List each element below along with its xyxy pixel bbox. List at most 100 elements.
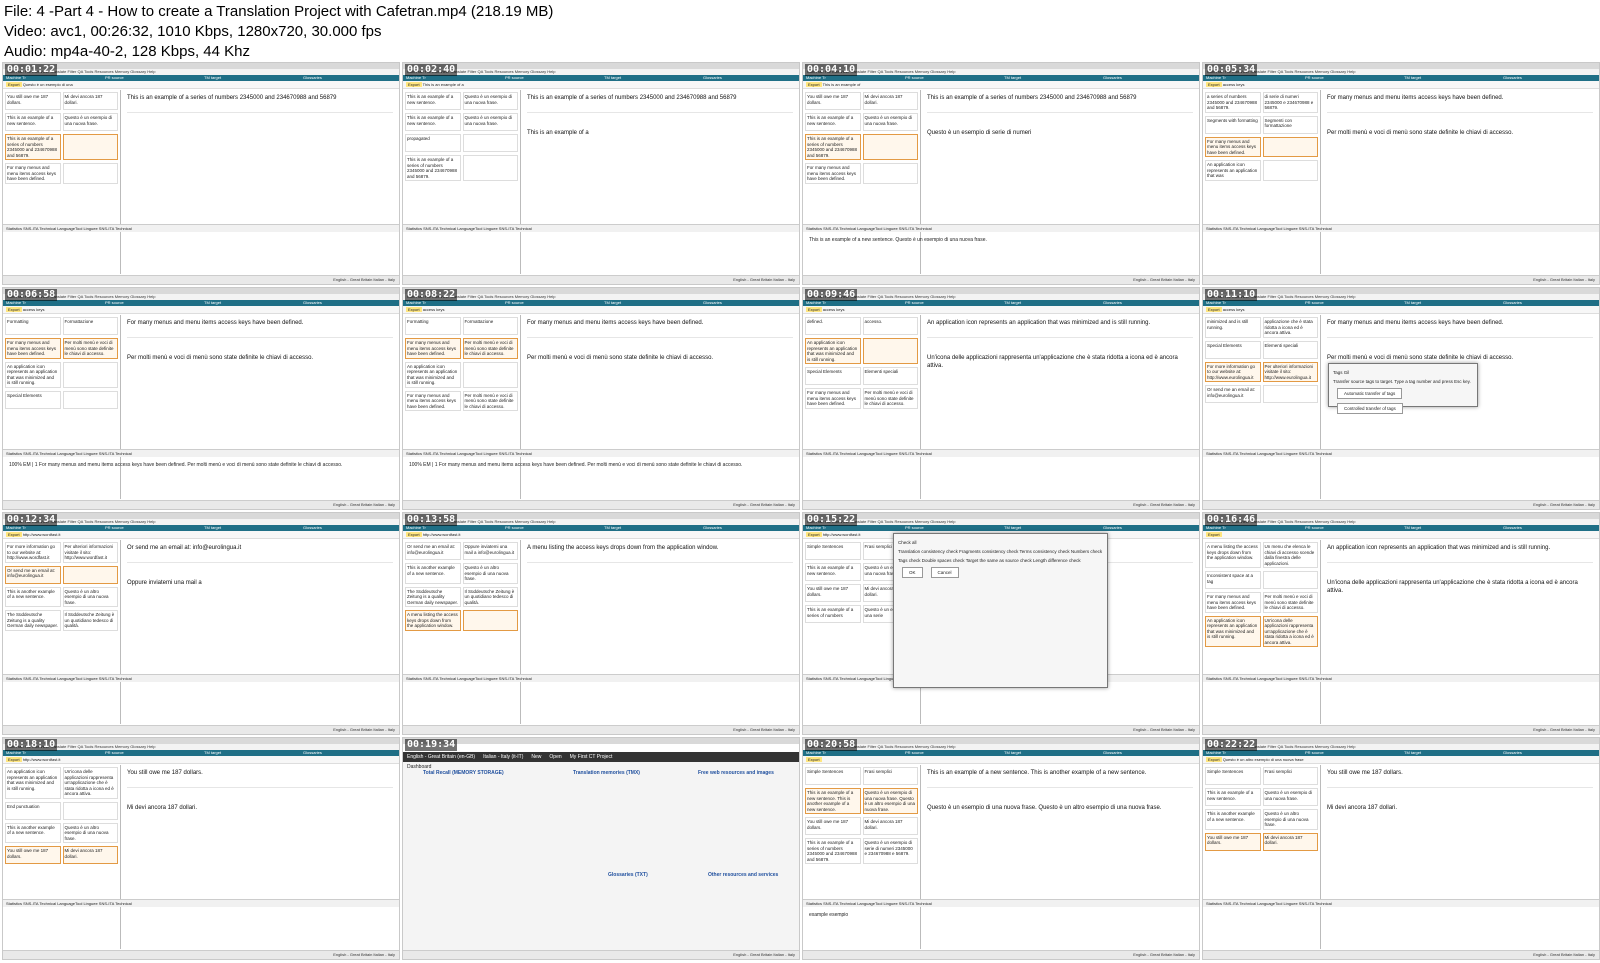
target-segment[interactable]: Il Süddeutsche Zeitung è un quotidiano t… (462, 586, 518, 607)
search-toolbar[interactable]: Export access keys (1203, 306, 1599, 314)
search-field[interactable]: http://www.wordfast.it (423, 532, 461, 537)
segment-row[interactable]: Special Elements Elementi speciali (1205, 340, 1318, 359)
target-text[interactable]: Questo è un esempio di serie di numeri (927, 129, 1193, 137)
source-segment[interactable]: This is another example of a new sentenc… (5, 822, 61, 843)
resource-tabs[interactable]: Statistics SNS-ITA Technical LanguageToo… (803, 899, 1199, 907)
segment-row[interactable]: For many menus and menu items access key… (5, 163, 118, 184)
source-segment[interactable]: Or send me an email at: info@eurolingua.… (5, 565, 61, 584)
resource-tabs[interactable]: Statistics SNS-ITA Technical LanguageToo… (403, 449, 799, 457)
source-segment[interactable]: This is an example of a series of number… (805, 605, 861, 623)
source-segment[interactable]: Special Elements (5, 390, 61, 409)
video-thumbnail[interactable]: 00:12:34 CafeTran File Edit View Translat… (2, 512, 400, 735)
export-button[interactable]: Export (1206, 532, 1222, 537)
resource-tabs[interactable]: Statistics SNS-ITA Technical LanguageToo… (3, 224, 399, 232)
export-button[interactable]: Export (6, 532, 22, 537)
target-segment[interactable]: Mi devi ancora 187 dollari. (862, 92, 918, 110)
search-toolbar[interactable]: Export access keys (1203, 81, 1599, 89)
video-thumbnail[interactable]: 00:04:10 CafeTran File Edit View Translat… (802, 62, 1200, 285)
segment-editor[interactable]: You still owe me 187 dollars. Mi devi anc… (1321, 765, 1599, 949)
dialog-button-primary[interactable]: OK (902, 567, 923, 578)
segment-row[interactable]: You still owe me 187 dollars. Mi devi anc… (805, 92, 918, 110)
target-segment[interactable]: Per molti menù e voci di menù sono state… (62, 338, 118, 359)
segment-row[interactable]: This is an example of a series of number… (5, 134, 118, 160)
segment-row[interactable]: Special Elements Elementi speciali (805, 367, 918, 385)
source-segment[interactable]: This is an example of a new sentence. (405, 113, 461, 131)
target-segment[interactable]: Formattazione (462, 317, 518, 335)
export-button[interactable]: Export (806, 532, 822, 537)
target-segment[interactable]: Questo è un altro esempio di una nuova f… (1262, 809, 1318, 830)
target-segment[interactable] (862, 163, 918, 184)
source-segment[interactable]: An application icon represents an applic… (5, 361, 61, 388)
target-segment[interactable]: Per ulteriori informazioni visitate il s… (62, 542, 118, 563)
resource-tabs[interactable]: Statistics SNS-ITA Technical LanguageToo… (3, 674, 399, 682)
target-segment[interactable]: Mi devi ancora 187 dollari. (862, 817, 918, 835)
target-segment[interactable] (462, 134, 518, 152)
target-segment[interactable] (462, 610, 518, 631)
segment-row[interactable]: You still owe me 187 dollars. Mi devi anc… (5, 846, 118, 864)
segment-row[interactable]: Or send me an email at: info@eurolingua.… (5, 565, 118, 584)
target-segment[interactable]: Un'icona delle applicazioni rappresenta … (62, 767, 118, 799)
source-segment[interactable]: You still owe me 187 dollars. (5, 92, 61, 110)
target-segment[interactable]: Mi devi ancora 187 dollari. (1262, 832, 1318, 851)
segment-row[interactable]: The Süddeutsche Zeitung is a quality Ger… (405, 586, 518, 607)
export-button[interactable]: Export (406, 307, 422, 312)
search-field[interactable]: http://www.wordfast.it (23, 757, 61, 762)
source-segment[interactable]: An application icon represents an applic… (1205, 160, 1261, 181)
export-button[interactable]: Export (806, 757, 822, 762)
export-button[interactable]: Export (6, 307, 22, 312)
segment-row[interactable]: Or send me an email at: info@eurolingua.… (405, 542, 518, 560)
new-project-button[interactable]: New (531, 752, 541, 762)
source-segment[interactable]: You still owe me 187 dollars. (1205, 832, 1261, 851)
target-segment[interactable]: Questo è un esempio di serie di numeri 2… (862, 838, 918, 864)
target-segment[interactable]: Segmenti con formattazione (1262, 115, 1318, 134)
target-segment[interactable]: Questo è un esempio di una nuova frase. (462, 92, 518, 110)
target-text[interactable]: Per molti menù e voci di menù sono state… (527, 354, 793, 362)
segment-row[interactable]: For many menus and menu items access key… (405, 338, 518, 359)
target-segment[interactable] (62, 390, 118, 409)
resource-tabs[interactable]: Statistics SNS-ITA Technical LanguageToo… (1203, 899, 1599, 907)
target-segment[interactable]: Questo è un esempio di una nuova frase. (462, 113, 518, 131)
video-thumbnail[interactable]: 00:13:58 CafeTran File Edit View Translat… (402, 512, 800, 735)
segment-row[interactable]: This is an example of a new sentence. Que… (805, 113, 918, 131)
segment-editor[interactable]: For many menus and menu items access key… (1321, 90, 1599, 274)
source-segment[interactable]: Or send me an email at: info@eurolingua.… (405, 542, 461, 560)
export-button[interactable]: Export (6, 82, 22, 87)
export-button[interactable]: Export (806, 307, 822, 312)
resource-tabs[interactable]: Statistics SNS-ITA Technical LanguageToo… (1203, 449, 1599, 457)
segment-row[interactable]: Or send me an email at: info@eurolingua.… (1205, 385, 1318, 403)
segment-row[interactable]: You still owe me 187 dollars. Mi devi anc… (1205, 832, 1318, 851)
segment-row[interactable]: An application icon represents an applic… (1205, 615, 1318, 647)
target-text[interactable]: Questo è un esempio di una nuova frase. … (927, 804, 1193, 812)
segment-row[interactable]: This is an example of a new sentence. Que… (1205, 788, 1318, 806)
source-segment[interactable]: Inconsistent space at a tag (1205, 571, 1261, 589)
segment-row[interactable]: Formatting Formattazione (405, 317, 518, 335)
source-segment[interactable]: For many menus and menu items access key… (5, 163, 61, 184)
source-segment[interactable]: You still owe me 187 dollars. (805, 817, 861, 835)
target-segment[interactable]: Questo è un altro esempio di una nuova f… (62, 586, 118, 607)
video-thumbnail[interactable]: 00:06:58 CafeTran File Edit View Translat… (2, 287, 400, 510)
source-segment[interactable]: You still owe me 187 dollars. (805, 92, 861, 110)
export-button[interactable]: Export (406, 82, 422, 87)
target-segment[interactable] (862, 338, 918, 364)
video-thumbnail[interactable]: 00:20:58 CafeTran File Edit View Translat… (802, 737, 1200, 960)
target-segment[interactable]: Mi devi ancora 187 dollari. (62, 92, 118, 110)
source-segment[interactable]: For many menus and menu items access key… (805, 163, 861, 184)
segment-row[interactable]: Formatting Formattazione (5, 317, 118, 335)
target-segment[interactable]: Oppure inviatemi una mail a info@eurolin… (462, 542, 518, 560)
video-thumbnail[interactable]: 00:08:22 CafeTran File Edit View Translat… (402, 287, 800, 510)
source-segment[interactable]: This is an example of a new sentence. (805, 113, 861, 131)
target-segment[interactable]: Questo è un esempio di una nuova frase. (62, 113, 118, 131)
source-segment[interactable]: Formatting (5, 317, 61, 335)
search-field[interactable]: access keys (1223, 82, 1245, 87)
source-segment[interactable]: For many menus and menu items access key… (405, 390, 461, 411)
segment-row[interactable]: propagated (405, 134, 518, 152)
source-segment[interactable]: This is an example of a new sentence. (805, 563, 861, 581)
source-segment[interactable]: For more information go to our website a… (1205, 361, 1261, 382)
search-field[interactable]: This is an example of (823, 82, 861, 87)
resource-tabs[interactable]: Statistics SNS-ITA Technical LanguageToo… (3, 899, 399, 907)
target-text[interactable]: Un'icona delle applicazioni rappresenta … (1327, 579, 1593, 595)
target-segment[interactable]: Questo è un esempio di una nuova frase. (1262, 788, 1318, 806)
segment-row[interactable]: An application icon represents an applic… (5, 361, 118, 388)
target-segment[interactable] (862, 134, 918, 160)
target-text[interactable]: Per molti menù e voci di menù sono state… (1327, 129, 1593, 137)
